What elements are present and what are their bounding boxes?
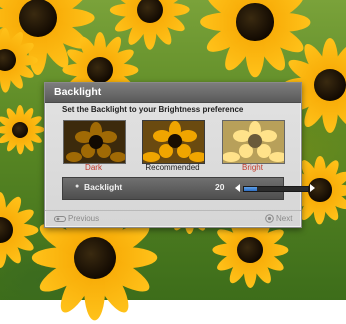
bullet-icon: ● [75,183,80,190]
flower-decoration [0,104,46,156]
flower-decoration [0,190,40,270]
next-label: Next [276,214,293,223]
instruction-text: Set the Backlight to your Brightness pre… [62,105,244,114]
preview-label-recommended: Recommended [145,163,200,172]
arrow-right-icon[interactable] [310,184,315,192]
dialog-title: Backlight [54,86,102,98]
arrow-left-icon[interactable] [235,184,240,192]
flower-preview-dark [64,121,125,163]
backlight-control-label: Backlight [84,182,123,192]
preview-label-bright: Bright [242,163,263,172]
previous-button[interactable]: Previous [54,214,99,223]
preview-bright-image[interactable] [222,120,285,164]
footer-divider [45,210,301,211]
backlight-slider[interactable] [243,186,309,192]
preview-recommended-image[interactable] [142,120,205,164]
flower-decoration [0,26,39,94]
previous-label: Previous [68,214,100,223]
backlight-slider-fill [244,187,257,191]
enter-button-icon [265,214,274,224]
flower-preview-recommended [143,121,204,163]
backlight-value: 20 [215,182,225,192]
flower-preview-bright [223,121,284,163]
backlight-control-row[interactable]: ● Backlight 20 [62,177,315,200]
next-button[interactable]: Next [265,214,293,224]
backlight-dialog: Backlight Set the Backlight to your Brig… [44,82,315,228]
preview-dark-image[interactable] [63,120,126,164]
dialog-header: Backlight [45,83,301,103]
remote-control-icon [54,215,66,222]
preview-label-dark: Dark [85,163,102,172]
